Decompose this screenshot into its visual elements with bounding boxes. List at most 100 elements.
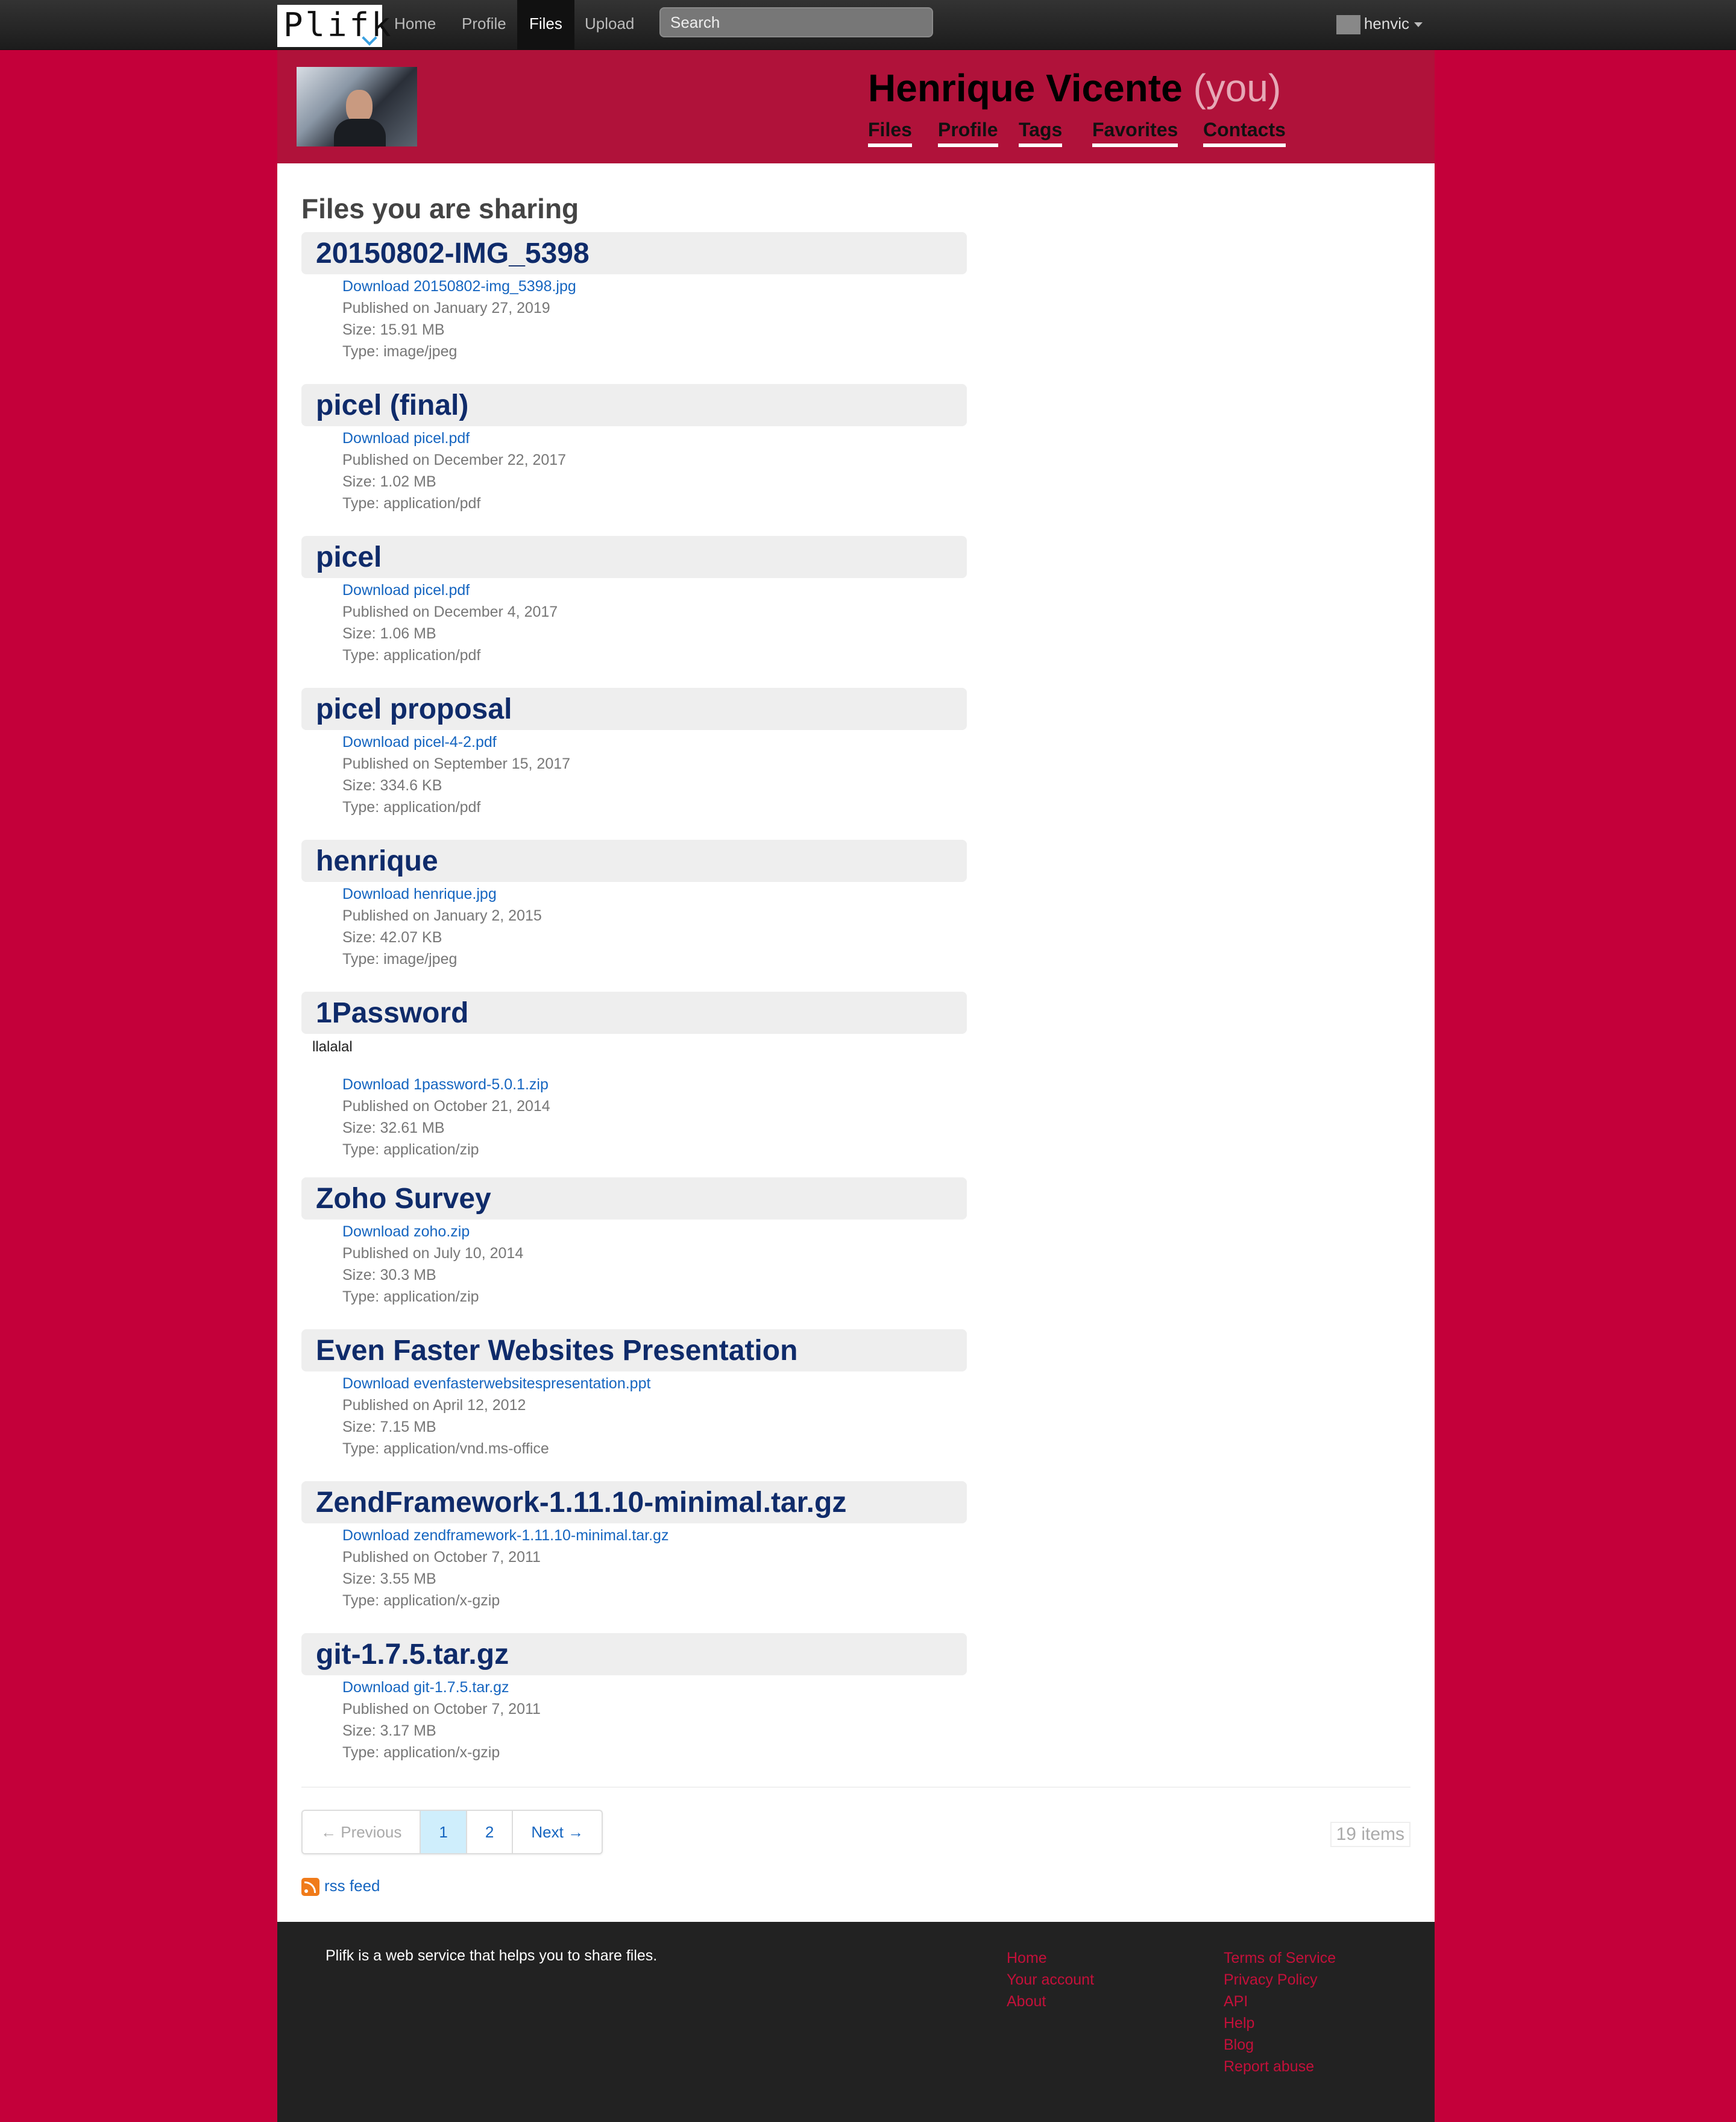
file-size: Size: 3.55 MB xyxy=(342,1570,436,1587)
footer-link-blog[interactable]: Blog xyxy=(1224,2034,1336,2056)
published-date: Published on December 4, 2017 xyxy=(342,603,558,620)
file-type: Type: image/jpeg xyxy=(342,951,458,968)
footer-link-help[interactable]: Help xyxy=(1224,2012,1336,2034)
published-date: Published on January 27, 2019 xyxy=(342,300,550,316)
file-size: Size: 334.6 KB xyxy=(342,777,442,794)
file-meta: Download zoho.zip Published on July 10, … xyxy=(342,1221,967,1308)
nav-upload[interactable]: Upload xyxy=(573,0,646,49)
file-title[interactable]: 1Password xyxy=(301,992,967,1035)
tab-favorites[interactable]: Favorites xyxy=(1092,119,1178,147)
file-type: Type: application/pdf xyxy=(342,495,481,512)
rss-label: rss feed xyxy=(324,1877,380,1895)
download-link[interactable]: Download henrique.jpg xyxy=(342,883,967,905)
file-item: git-1.7.5.tar.gz Download git-1.7.5.tar.… xyxy=(301,1633,967,1763)
page-1-button[interactable]: 1 xyxy=(421,1811,467,1853)
file-type: Type: application/zip xyxy=(342,1288,479,1305)
published-date: Published on April 12, 2012 xyxy=(342,1397,526,1414)
file-size: Size: 42.07 KB xyxy=(342,929,442,946)
download-link[interactable]: Download 1password-5.0.1.zip xyxy=(342,1074,967,1095)
file-type: Type: application/pdf xyxy=(342,647,481,664)
footer-link-account[interactable]: Your account xyxy=(1007,1969,1094,1991)
file-title[interactable]: 20150802-IMG_5398 xyxy=(301,232,967,275)
file-meta: Download evenfasterwebsitespresentation.… xyxy=(342,1373,967,1459)
nav-home[interactable]: Home xyxy=(382,0,448,49)
next-page-button[interactable]: Next → xyxy=(513,1811,602,1853)
page-title: Files you are sharing xyxy=(301,193,579,224)
download-link[interactable]: Download picel.pdf xyxy=(342,579,967,601)
file-title-bar: 20150802-IMG_5398 xyxy=(301,232,967,274)
file-meta: Download git-1.7.5.tar.gz Published on O… xyxy=(342,1677,967,1763)
published-date: Published on July 10, 2014 xyxy=(342,1245,524,1262)
file-title-bar: git-1.7.5.tar.gz xyxy=(301,1633,967,1675)
main-content: Files you are sharing 20150802-IMG_5398 … xyxy=(277,163,1435,1922)
download-link[interactable]: Download picel.pdf xyxy=(342,427,967,449)
file-item: Even Faster Websites Presentation Downlo… xyxy=(301,1329,967,1459)
footer-link-home[interactable]: Home xyxy=(1007,1947,1094,1969)
plifk-logo[interactable]: Plifk xyxy=(277,5,391,47)
file-title[interactable]: henrique xyxy=(301,840,967,883)
previous-page-button[interactable]: ← Previous xyxy=(303,1811,421,1853)
nav-files[interactable]: Files xyxy=(517,0,574,49)
file-size: Size: 32.61 MB xyxy=(342,1119,445,1136)
file-title[interactable]: git-1.7.5.tar.gz xyxy=(301,1633,967,1677)
file-item: 1Password llalalal Download 1password-5.… xyxy=(301,992,967,1160)
download-link[interactable]: Download evenfasterwebsitespresentation.… xyxy=(342,1373,967,1394)
file-item: picel proposal Download picel-4-2.pdf Pu… xyxy=(301,688,967,818)
file-meta: Download picel.pdf Published on December… xyxy=(342,579,967,666)
file-size: Size: 30.3 MB xyxy=(342,1267,436,1283)
download-link[interactable]: Download zoho.zip xyxy=(342,1221,967,1242)
file-item: picel Download picel.pdf Published on De… xyxy=(301,536,967,666)
file-meta: Download 20150802-img_5398.jpg Published… xyxy=(342,275,967,362)
published-date: Published on January 2, 2015 xyxy=(342,907,542,924)
footer-tagline: Plifk is a web service that helps you to… xyxy=(326,1947,658,1964)
page-2-button[interactable]: 2 xyxy=(467,1811,514,1853)
footer-link-report-abuse[interactable]: Report abuse xyxy=(1224,2056,1336,2077)
file-title[interactable]: picel (final) xyxy=(301,384,967,427)
profile-avatar[interactable] xyxy=(297,67,417,146)
file-item: Zoho Survey Download zoho.zip Published … xyxy=(301,1177,967,1308)
file-title[interactable]: picel proposal xyxy=(301,688,967,731)
file-title[interactable]: Even Faster Websites Presentation xyxy=(301,1329,967,1373)
file-meta: Download 1password-5.0.1.zip Published o… xyxy=(342,1074,967,1160)
download-link[interactable]: Download zendframework-1.11.10-minimal.t… xyxy=(342,1525,967,1546)
nav-profile[interactable]: Profile xyxy=(450,0,518,49)
file-title-bar: 1Password xyxy=(301,992,967,1034)
file-type: Type: application/pdf xyxy=(342,799,481,816)
download-link[interactable]: Download git-1.7.5.tar.gz xyxy=(342,1677,967,1698)
rss-feed-link[interactable]: rss feed xyxy=(301,1877,380,1897)
download-link[interactable]: Download picel-4-2.pdf xyxy=(342,731,967,753)
tab-files[interactable]: Files xyxy=(868,119,912,147)
footer-link-api[interactable]: API xyxy=(1224,1991,1336,2012)
file-title[interactable]: picel xyxy=(301,536,967,579)
file-title-bar: picel (final) xyxy=(301,384,967,426)
footer-links-col2: Terms of Service Privacy Policy API Help… xyxy=(1224,1947,1336,2077)
file-title-bar: henrique xyxy=(301,840,967,882)
user-avatar-icon xyxy=(1336,15,1360,35)
file-meta: Download picel.pdf Published on December… xyxy=(342,427,967,514)
top-navbar: Plifk Home Profile Files Upload Search h… xyxy=(0,0,1736,50)
footer-link-about[interactable]: About xyxy=(1007,1991,1094,2012)
file-title-bar: Even Faster Websites Presentation xyxy=(301,1329,967,1371)
file-type: Type: application/vnd.ms-office xyxy=(342,1440,549,1457)
file-type: Type: application/x-gzip xyxy=(342,1592,500,1609)
profile-header: Henrique Vicente (you) Files Profile Tag… xyxy=(277,50,1435,163)
file-title-bar: picel xyxy=(301,536,967,578)
footer-link-terms[interactable]: Terms of Service xyxy=(1224,1947,1336,1969)
search-input[interactable]: Search xyxy=(659,7,933,37)
file-title[interactable]: ZendFramework-1.11.10-minimal.tar.gz xyxy=(301,1481,967,1525)
user-menu[interactable]: henvic xyxy=(1336,0,1423,49)
file-size: Size: 1.06 MB xyxy=(342,625,436,642)
tab-tags[interactable]: Tags xyxy=(1019,119,1063,147)
file-meta: Download henrique.jpg Published on Janua… xyxy=(342,883,967,970)
file-title-bar: ZendFramework-1.11.10-minimal.tar.gz xyxy=(301,1481,967,1523)
file-type: Type: application/zip xyxy=(342,1141,479,1158)
footer-link-privacy[interactable]: Privacy Policy xyxy=(1224,1969,1336,1991)
profile-name: Henrique Vicente (you) xyxy=(868,66,1281,110)
file-title[interactable]: Zoho Survey xyxy=(301,1177,967,1221)
rss-icon xyxy=(301,1878,319,1897)
tab-profile[interactable]: Profile xyxy=(938,119,998,147)
file-description: llalalal xyxy=(312,1039,353,1055)
download-link[interactable]: Download 20150802-img_5398.jpg xyxy=(342,275,967,297)
tab-contacts[interactable]: Contacts xyxy=(1203,119,1286,147)
published-date: Published on December 22, 2017 xyxy=(342,452,567,468)
